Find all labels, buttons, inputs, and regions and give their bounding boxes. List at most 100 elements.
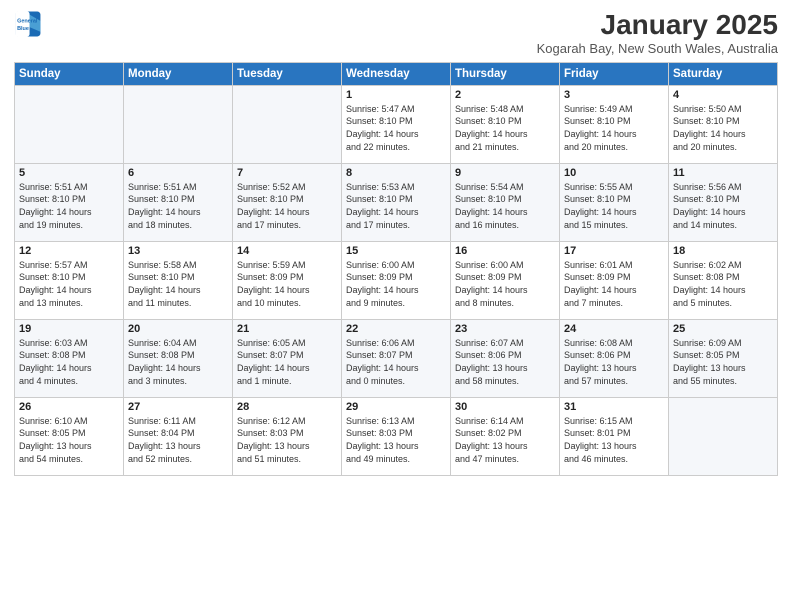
day-info: Sunrise: 5:53 AM Sunset: 8:10 PM Dayligh… <box>346 181 446 231</box>
day-number: 11 <box>673 167 773 179</box>
day-info: Sunrise: 6:04 AM Sunset: 8:08 PM Dayligh… <box>128 337 228 387</box>
day-info: Sunrise: 5:47 AM Sunset: 8:10 PM Dayligh… <box>346 103 446 153</box>
day-cell-2-3: 15 Sunrise: 6:00 AM Sunset: 8:09 PM Dayli… <box>342 241 451 319</box>
day-cell-0-0 <box>15 85 124 163</box>
day-info: Sunrise: 5:50 AM Sunset: 8:10 PM Dayligh… <box>673 103 773 153</box>
day-cell-0-2 <box>233 85 342 163</box>
day-number: 22 <box>346 323 446 335</box>
day-cell-2-6: 18 Sunrise: 6:02 AM Sunset: 8:08 PM Dayli… <box>669 241 778 319</box>
day-number: 5 <box>19 167 119 179</box>
day-cell-2-2: 14Sunrise: 5:59 AM Sunset: 8:09 PM Dayli… <box>233 241 342 319</box>
day-number: 21 <box>237 323 337 335</box>
day-info: Sunrise: 5:57 AM Sunset: 8:10 PM Dayligh… <box>19 259 119 309</box>
day-cell-4-4: 30 Sunrise: 6:14 AM Sunset: 8:02 PM Dayli… <box>451 397 560 475</box>
day-info: Sunrise: 6:10 AM Sunset: 8:05 PM Dayligh… <box>19 415 119 465</box>
day-info: Sunrise: 6:14 AM Sunset: 8:02 PM Dayligh… <box>455 415 555 465</box>
day-cell-4-2: 28Sunrise: 6:12 AM Sunset: 8:03 PM Dayli… <box>233 397 342 475</box>
day-number: 30 <box>455 401 555 413</box>
day-cell-0-1 <box>124 85 233 163</box>
calendar-header-row: Sunday Monday Tuesday Wednesday Thursday… <box>15 62 778 85</box>
day-info: Sunrise: 6:02 AM Sunset: 8:08 PM Dayligh… <box>673 259 773 309</box>
col-saturday: Saturday <box>669 62 778 85</box>
week-row-3: 12 Sunrise: 5:57 AM Sunset: 8:10 PM Dayli… <box>15 241 778 319</box>
day-cell-1-1: 6 Sunrise: 5:51 AM Sunset: 8:10 PM Daylig… <box>124 163 233 241</box>
day-cell-0-4: 2Sunrise: 5:48 AM Sunset: 8:10 PM Daylig… <box>451 85 560 163</box>
day-cell-4-6 <box>669 397 778 475</box>
day-number: 24 <box>564 323 664 335</box>
day-number: 25 <box>673 323 773 335</box>
day-info: Sunrise: 6:05 AM Sunset: 8:07 PM Dayligh… <box>237 337 337 387</box>
day-info: Sunrise: 6:13 AM Sunset: 8:03 PM Dayligh… <box>346 415 446 465</box>
day-cell-3-4: 23 Sunrise: 6:07 AM Sunset: 8:06 PM Dayli… <box>451 319 560 397</box>
svg-text:Blue: Blue <box>17 26 29 32</box>
day-info: Sunrise: 5:52 AM Sunset: 8:10 PM Dayligh… <box>237 181 337 231</box>
day-info: Sunrise: 6:07 AM Sunset: 8:06 PM Dayligh… <box>455 337 555 387</box>
day-cell-2-4: 16 Sunrise: 6:00 AM Sunset: 8:09 PM Dayli… <box>451 241 560 319</box>
day-info: Sunrise: 6:03 AM Sunset: 8:08 PM Dayligh… <box>19 337 119 387</box>
col-tuesday: Tuesday <box>233 62 342 85</box>
day-cell-4-5: 31 Sunrise: 6:15 AM Sunset: 8:01 PM Dayli… <box>560 397 669 475</box>
day-cell-0-6: 4 Sunrise: 5:50 AM Sunset: 8:10 PM Daylig… <box>669 85 778 163</box>
svg-text:General: General <box>17 18 38 24</box>
day-number: 19 <box>19 323 119 335</box>
day-info: Sunrise: 6:12 AM Sunset: 8:03 PM Dayligh… <box>237 415 337 465</box>
day-cell-3-0: 19 Sunrise: 6:03 AM Sunset: 8:08 PM Dayli… <box>15 319 124 397</box>
day-info: Sunrise: 5:54 AM Sunset: 8:10 PM Dayligh… <box>455 181 555 231</box>
day-info: Sunrise: 6:15 AM Sunset: 8:01 PM Dayligh… <box>564 415 664 465</box>
logo: General Blue <box>14 10 42 38</box>
day-number: 7 <box>237 167 337 179</box>
week-row-5: 26Sunrise: 6:10 AM Sunset: 8:05 PM Dayli… <box>15 397 778 475</box>
day-cell-1-5: 10 Sunrise: 5:55 AM Sunset: 8:10 PM Dayli… <box>560 163 669 241</box>
day-number: 29 <box>346 401 446 413</box>
day-number: 16 <box>455 245 555 257</box>
day-number: 15 <box>346 245 446 257</box>
day-info: Sunrise: 6:00 AM Sunset: 8:09 PM Dayligh… <box>455 259 555 309</box>
day-number: 2 <box>455 89 555 101</box>
day-number: 27 <box>128 401 228 413</box>
day-number: 17 <box>564 245 664 257</box>
day-number: 23 <box>455 323 555 335</box>
calendar-table: Sunday Monday Tuesday Wednesday Thursday… <box>14 62 778 476</box>
day-number: 6 <box>128 167 228 179</box>
day-info: Sunrise: 5:59 AM Sunset: 8:09 PM Dayligh… <box>237 259 337 309</box>
day-number: 10 <box>564 167 664 179</box>
day-number: 12 <box>19 245 119 257</box>
day-cell-3-5: 24 Sunrise: 6:08 AM Sunset: 8:06 PM Dayli… <box>560 319 669 397</box>
day-info: Sunrise: 5:49 AM Sunset: 8:10 PM Dayligh… <box>564 103 664 153</box>
day-info: Sunrise: 6:06 AM Sunset: 8:07 PM Dayligh… <box>346 337 446 387</box>
day-cell-1-3: 8 Sunrise: 5:53 AM Sunset: 8:10 PM Daylig… <box>342 163 451 241</box>
col-wednesday: Wednesday <box>342 62 451 85</box>
logo-icon: General Blue <box>14 10 42 38</box>
day-cell-1-0: 5 Sunrise: 5:51 AM Sunset: 8:10 PM Daylig… <box>15 163 124 241</box>
title-block: January 2025 Kogarah Bay, New South Wale… <box>537 10 778 56</box>
day-number: 3 <box>564 89 664 101</box>
col-thursday: Thursday <box>451 62 560 85</box>
day-cell-4-0: 26Sunrise: 6:10 AM Sunset: 8:05 PM Dayli… <box>15 397 124 475</box>
day-number: 18 <box>673 245 773 257</box>
week-row-1: 1 Sunrise: 5:47 AM Sunset: 8:10 PM Daylig… <box>15 85 778 163</box>
day-info: Sunrise: 5:51 AM Sunset: 8:10 PM Dayligh… <box>19 181 119 231</box>
day-number: 31 <box>564 401 664 413</box>
page-header: General Blue January 2025 Kogarah Bay, N… <box>14 10 778 56</box>
calendar-page: General Blue January 2025 Kogarah Bay, N… <box>0 0 792 612</box>
col-monday: Monday <box>124 62 233 85</box>
day-cell-1-6: 11Sunrise: 5:56 AM Sunset: 8:10 PM Dayli… <box>669 163 778 241</box>
month-title: January 2025 <box>537 10 778 41</box>
day-info: Sunrise: 6:09 AM Sunset: 8:05 PM Dayligh… <box>673 337 773 387</box>
day-cell-3-6: 25 Sunrise: 6:09 AM Sunset: 8:05 PM Dayli… <box>669 319 778 397</box>
day-number: 8 <box>346 167 446 179</box>
day-info: Sunrise: 6:11 AM Sunset: 8:04 PM Dayligh… <box>128 415 228 465</box>
day-number: 4 <box>673 89 773 101</box>
col-sunday: Sunday <box>15 62 124 85</box>
day-cell-1-2: 7 Sunrise: 5:52 AM Sunset: 8:10 PM Daylig… <box>233 163 342 241</box>
day-info: Sunrise: 6:00 AM Sunset: 8:09 PM Dayligh… <box>346 259 446 309</box>
location: Kogarah Bay, New South Wales, Australia <box>537 41 778 56</box>
day-cell-0-3: 1 Sunrise: 5:47 AM Sunset: 8:10 PM Daylig… <box>342 85 451 163</box>
day-info: Sunrise: 5:55 AM Sunset: 8:10 PM Dayligh… <box>564 181 664 231</box>
day-number: 1 <box>346 89 446 101</box>
day-number: 20 <box>128 323 228 335</box>
day-cell-2-1: 13Sunrise: 5:58 AM Sunset: 8:10 PM Dayli… <box>124 241 233 319</box>
day-info: Sunrise: 6:08 AM Sunset: 8:06 PM Dayligh… <box>564 337 664 387</box>
day-info: Sunrise: 5:51 AM Sunset: 8:10 PM Dayligh… <box>128 181 228 231</box>
day-cell-0-5: 3 Sunrise: 5:49 AM Sunset: 8:10 PM Daylig… <box>560 85 669 163</box>
